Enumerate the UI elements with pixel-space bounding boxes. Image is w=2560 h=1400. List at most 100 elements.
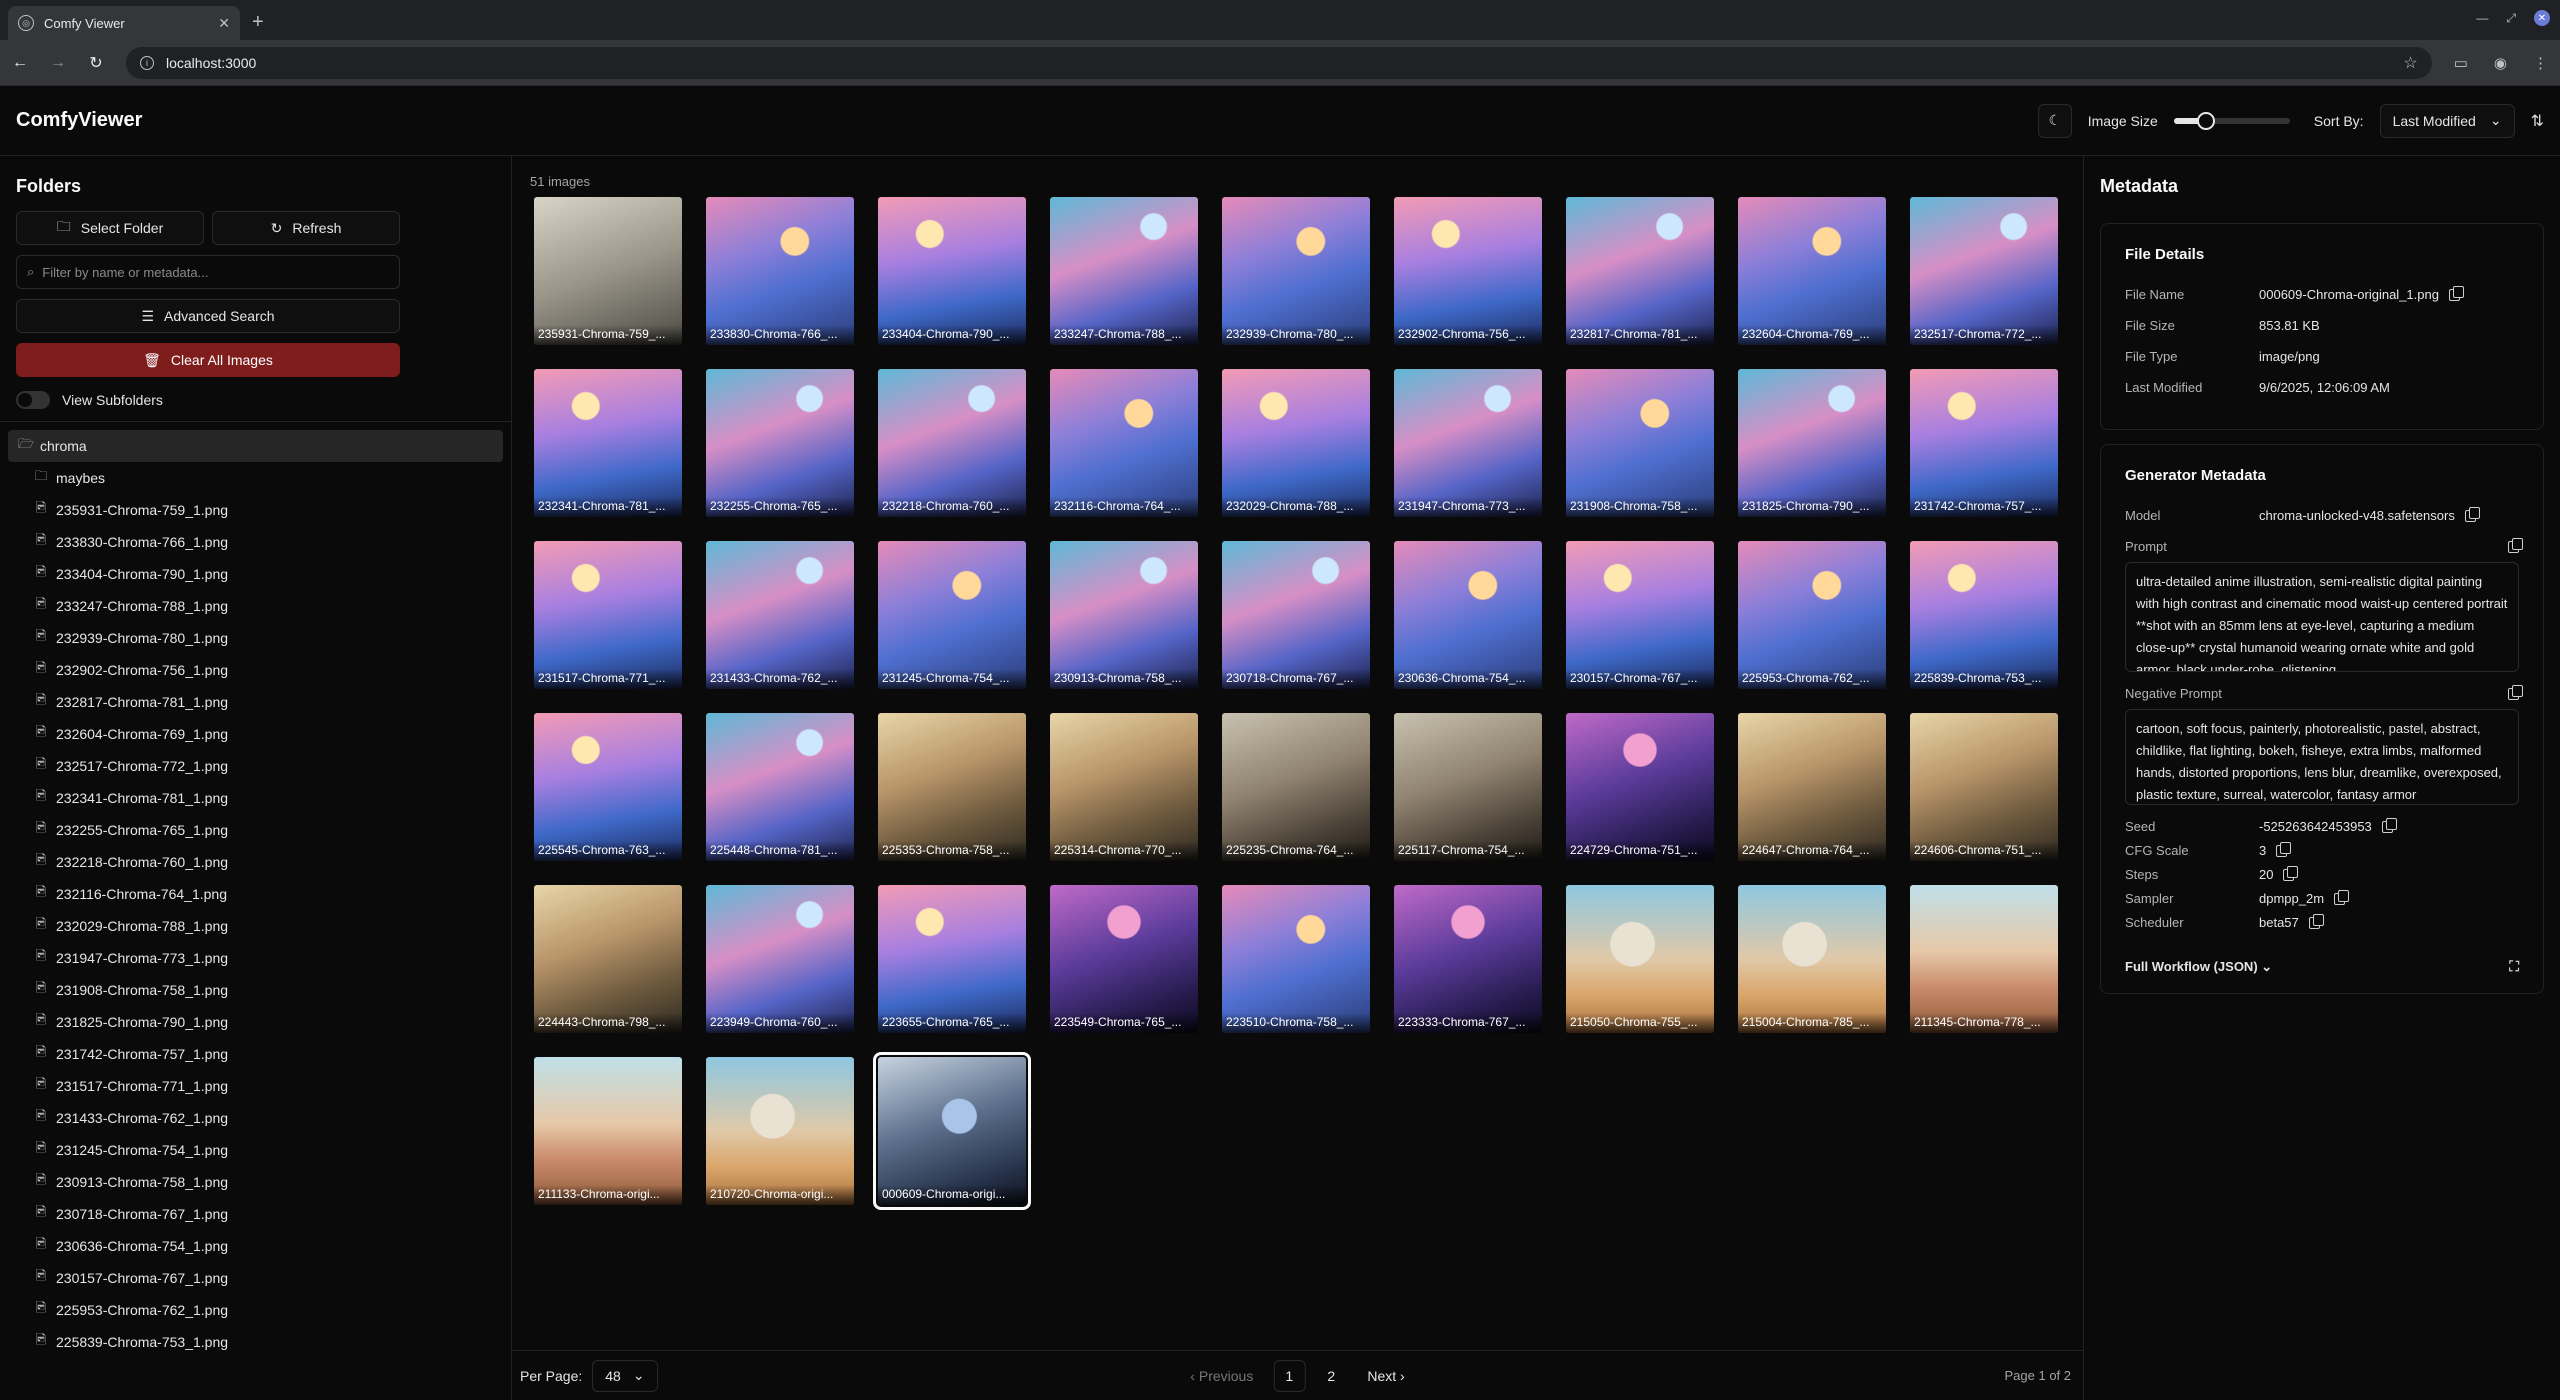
negative-prompt-textbox[interactable]: cartoon, soft focus, painterly, photorea… xyxy=(2125,709,2519,805)
copy-icon[interactable] xyxy=(2283,865,2299,881)
copy-icon[interactable] xyxy=(2464,506,2480,522)
image-thumbnail[interactable]: 232341-Chroma-781_... xyxy=(534,369,682,517)
image-thumbnail[interactable]: 224647-Chroma-764_... xyxy=(1738,713,1886,861)
sort-by-select[interactable]: Last Modified ⌄ xyxy=(2379,103,2515,138)
image-thumbnail[interactable]: 232116-Chroma-764_... xyxy=(1050,369,1198,517)
tree-file-item[interactable]: 🖻 231908-Chroma-758_1.png xyxy=(8,974,503,1006)
tree-folder-chroma[interactable]: 🗁 chroma xyxy=(8,430,503,462)
image-thumbnail[interactable]: 232939-Chroma-780_... xyxy=(1222,197,1370,345)
image-thumbnail[interactable]: 223655-Chroma-765_... xyxy=(878,885,1026,1033)
tree-file-item[interactable]: 🖻 230157-Chroma-767_1.png xyxy=(8,1262,503,1294)
image-thumbnail[interactable]: 231433-Chroma-762_... xyxy=(706,541,854,689)
image-thumbnail[interactable]: 232218-Chroma-760_... xyxy=(878,369,1026,517)
tree-file-item[interactable]: 🖻 230636-Chroma-754_1.png xyxy=(8,1230,503,1262)
image-thumbnail[interactable]: 225953-Chroma-762_... xyxy=(1738,541,1886,689)
tree-file-item[interactable]: 🖻 232029-Chroma-788_1.png xyxy=(8,910,503,942)
restore-icon[interactable]: ⤢ xyxy=(2506,11,2516,26)
image-thumbnail[interactable]: 223510-Chroma-758_... xyxy=(1222,885,1370,1033)
tree-file-item[interactable]: 🖻 233404-Chroma-790_1.png xyxy=(8,558,503,590)
image-thumbnail[interactable]: 224729-Chroma-751_... xyxy=(1566,713,1714,861)
image-thumbnail[interactable]: 224443-Chroma-798_... xyxy=(534,885,682,1033)
sort-direction-icon[interactable]: ⇅ xyxy=(2531,111,2544,131)
image-thumbnail[interactable]: 231825-Chroma-790_... xyxy=(1738,369,1886,517)
tree-file-item[interactable]: 🖻 231825-Chroma-790_1.png xyxy=(8,1006,503,1038)
image-thumbnail[interactable]: 235931-Chroma-759_... xyxy=(534,197,682,345)
image-thumbnail[interactable]: 223549-Chroma-765_... xyxy=(1050,885,1198,1033)
image-thumbnail[interactable]: 225839-Chroma-753_... xyxy=(1910,541,2058,689)
expand-icon[interactable]: ⛶ xyxy=(2509,958,2519,975)
address-bar[interactable]: i localhost:3000 ☆ xyxy=(126,46,2432,79)
image-thumbnail[interactable]: 224606-Chroma-751_... xyxy=(1910,713,2058,861)
theme-toggle-moon-icon[interactable]: ☾ xyxy=(2037,103,2072,138)
image-thumbnail[interactable]: 223333-Chroma-767_... xyxy=(1394,885,1542,1033)
image-size-slider-thumb[interactable] xyxy=(2197,111,2216,130)
image-thumbnail[interactable]: 210720-Chroma-origi... xyxy=(706,1057,854,1205)
filter-field[interactable]: ⌕ xyxy=(16,255,400,289)
tree-file-item[interactable]: 🖻 231742-Chroma-757_1.png xyxy=(8,1038,503,1070)
tree-file-item[interactable]: 🖻 231947-Chroma-773_1.png xyxy=(8,942,503,974)
tree-file-item[interactable]: 🖻 231517-Chroma-771_1.png xyxy=(8,1070,503,1102)
tree-file-item[interactable]: 🖻 233830-Chroma-766_1.png xyxy=(8,526,503,558)
profile-icon[interactable]: ◉ xyxy=(2494,54,2507,72)
clear-all-images-button[interactable]: 🗑 Clear All Images xyxy=(16,343,400,377)
image-thumbnail[interactable]: 225353-Chroma-758_... xyxy=(878,713,1026,861)
image-thumbnail[interactable]: 231245-Chroma-754_... xyxy=(878,541,1026,689)
image-thumbnail[interactable]: 215050-Chroma-755_... xyxy=(1566,885,1714,1033)
refresh-button[interactable]: ↻ Refresh xyxy=(212,211,400,245)
image-thumbnail[interactable]: 225314-Chroma-770_... xyxy=(1050,713,1198,861)
image-thumbnail[interactable]: 232255-Chroma-765_... xyxy=(706,369,854,517)
page-1-button[interactable]: 1 xyxy=(1273,1359,1306,1392)
image-thumbnail[interactable]: 232517-Chroma-772_... xyxy=(1910,197,2058,345)
image-thumbnail[interactable]: 232029-Chroma-788_... xyxy=(1222,369,1370,517)
site-info-icon[interactable]: i xyxy=(140,55,154,70)
minimize-icon[interactable]: — xyxy=(2476,11,2488,25)
browser-tab[interactable]: ◎ Comfy Viewer ✕ xyxy=(8,6,240,40)
image-thumbnail[interactable]: 225448-Chroma-781_... xyxy=(706,713,854,861)
image-thumbnail[interactable]: 225235-Chroma-764_... xyxy=(1222,713,1370,861)
tree-file-item[interactable]: 🖻 232517-Chroma-772_1.png xyxy=(8,750,503,782)
close-tab-icon[interactable]: ✕ xyxy=(218,15,230,32)
copy-icon[interactable] xyxy=(2334,889,2350,905)
next-page-button[interactable]: Next › xyxy=(1357,1368,1414,1384)
tree-file-item[interactable]: 🖻 225839-Chroma-753_1.png xyxy=(8,1326,503,1358)
menu-kebab-icon[interactable]: ⋮ xyxy=(2533,54,2548,72)
image-size-slider[interactable] xyxy=(2173,111,2290,130)
tree-file-item[interactable]: 🖻 232341-Chroma-781_1.png xyxy=(8,782,503,814)
tree-file-item[interactable]: 🖻 231433-Chroma-762_1.png xyxy=(8,1102,503,1134)
tree-file-item[interactable]: 🖻 232604-Chroma-769_1.png xyxy=(8,718,503,750)
image-thumbnail[interactable]: 231517-Chroma-771_... xyxy=(534,541,682,689)
tree-file-item[interactable]: 🖻 232817-Chroma-781_1.png xyxy=(8,686,503,718)
image-thumbnail[interactable]: 232817-Chroma-781_... xyxy=(1566,197,1714,345)
tree-file-item[interactable]: 🖻 225953-Chroma-762_1.png xyxy=(8,1294,503,1326)
tree-file-item[interactable]: 🖻 231245-Chroma-754_1.png xyxy=(8,1134,503,1166)
cast-icon[interactable]: ▭ xyxy=(2454,54,2468,72)
image-thumbnail[interactable]: 231908-Chroma-758_... xyxy=(1566,369,1714,517)
copy-icon[interactable] xyxy=(2276,841,2292,857)
image-thumbnail[interactable]: 225545-Chroma-763_... xyxy=(534,713,682,861)
copy-icon[interactable] xyxy=(2508,684,2523,700)
tree-file-item[interactable]: 🖻 230913-Chroma-758_1.png xyxy=(8,1166,503,1198)
image-thumbnail[interactable]: 231947-Chroma-773_... xyxy=(1394,369,1542,517)
select-folder-button[interactable]: 🗀 Select Folder xyxy=(16,211,204,245)
filter-input[interactable] xyxy=(42,264,389,280)
prompt-textbox[interactable]: ultra-detailed anime illustration, semi-… xyxy=(2125,562,2519,672)
copy-icon[interactable] xyxy=(2381,817,2397,833)
new-tab-icon[interactable]: + xyxy=(252,11,264,34)
image-thumbnail[interactable]: 231742-Chroma-757_... xyxy=(1910,369,2058,517)
tree-file-item[interactable]: 🖻 232939-Chroma-780_1.png xyxy=(8,622,503,654)
per-page-select[interactable]: 48 ⌄ xyxy=(592,1359,658,1392)
copy-icon[interactable] xyxy=(2308,913,2324,929)
tree-file-item[interactable]: 🖻 233247-Chroma-788_1.png xyxy=(8,590,503,622)
tree-file-item[interactable]: 🖻 232218-Chroma-760_1.png xyxy=(8,846,503,878)
image-thumbnail[interactable]: 000609-Chroma-origi... xyxy=(873,1052,1031,1210)
image-thumbnail[interactable]: 215004-Chroma-785_... xyxy=(1738,885,1886,1033)
page-2-button[interactable]: 2 xyxy=(1315,1360,1347,1392)
image-thumbnail[interactable]: 233404-Chroma-790_... xyxy=(878,197,1026,345)
copy-icon[interactable] xyxy=(2508,537,2523,553)
image-thumbnail[interactable]: 223949-Chroma-760_... xyxy=(706,885,854,1033)
tree-folder-maybes[interactable]: 🗀 maybes xyxy=(8,462,503,494)
tree-file-item[interactable]: 🖻 235931-Chroma-759_1.png xyxy=(8,494,503,526)
image-thumbnail[interactable]: 225117-Chroma-754_... xyxy=(1394,713,1542,861)
image-thumbnail[interactable]: 211133-Chroma-origi... xyxy=(534,1057,682,1205)
tree-file-item[interactable]: 🖻 232902-Chroma-756_1.png xyxy=(8,654,503,686)
